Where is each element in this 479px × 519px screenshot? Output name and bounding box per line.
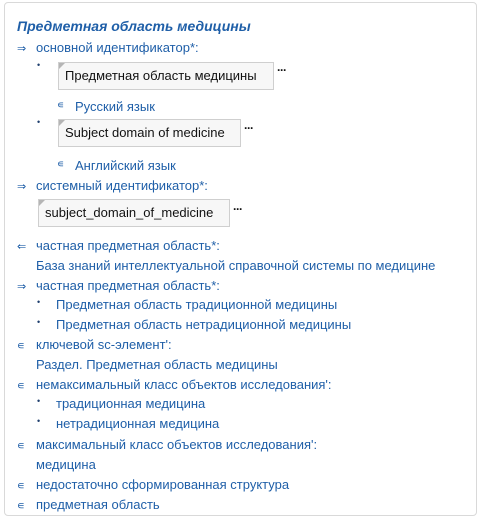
membership-icon: ∊ [57,100,65,111]
list-item[interactable]: традиционная медицина [56,396,205,412]
language-ru-link[interactable]: Русский язык [75,99,155,115]
bullet-icon: • [37,60,41,70]
system-identifier-value[interactable]: subject_domain_of_medicine [38,199,230,227]
bullet-icon: • [37,416,41,426]
bullet-icon: • [37,317,41,327]
corner-mark-icon [39,200,45,206]
bullet-icon: • [37,396,41,406]
nonmax-class-label[interactable]: немаксимальный класс объектов исследован… [36,377,332,393]
right-arrow-icon: ⇒ [17,181,27,193]
private-domain-in-label[interactable]: частная предметная область*: [36,238,220,254]
membership-class-link[interactable]: недостаточно сформированная структура [36,477,289,493]
page-title[interactable]: Предметная область медицины [17,18,251,34]
max-class-value[interactable]: медицина [36,457,96,473]
identifier-value-en[interactable]: Subject domain of medicine [58,119,241,147]
right-arrow-icon: ⇒ [17,281,27,293]
list-item[interactable]: Предметная область нетрадиционной медици… [56,317,351,333]
system-identifier-label[interactable]: системный идентификатор*: [36,178,208,194]
main-identifier-label[interactable]: основной идентификатор*: [36,40,199,56]
membership-icon: ∊ [57,159,65,170]
membership-icon: ∊ [17,480,25,492]
membership-icon: ∊ [17,340,25,352]
bullet-icon: • [37,297,41,307]
membership-class-link[interactable]: предметная область [36,497,160,513]
more-icon[interactable]: ··· [277,63,287,77]
right-arrow-icon: ⇒ [17,43,27,55]
list-item[interactable]: нетрадиционная медицина [56,416,219,432]
identifier-value-ru[interactable]: Предметная область медицины [58,62,274,90]
list-item[interactable]: Предметная область традиционной медицины [56,297,337,313]
key-element-label[interactable]: ключевой sc-элемент': [36,337,172,353]
bullet-icon: • [37,117,41,127]
corner-mark-icon [59,63,65,69]
more-icon[interactable]: ··· [233,202,243,216]
private-domain-out-label[interactable]: частная предметная область*: [36,278,220,294]
key-element-value[interactable]: Раздел. Предметная область медицины [36,357,278,373]
membership-icon: ∊ [17,440,25,452]
left-arrow-icon: ⇐ [17,241,27,253]
membership-icon: ∊ [17,500,25,512]
max-class-label[interactable]: максимальный класс объектов исследования… [36,437,317,453]
membership-icon: ∊ [17,380,25,392]
corner-mark-icon [59,120,65,126]
more-icon[interactable]: ··· [244,121,254,135]
private-domain-in-value[interactable]: База знаний интеллектуальной справочной … [36,258,435,274]
language-en-link[interactable]: Английский язык [75,158,176,174]
